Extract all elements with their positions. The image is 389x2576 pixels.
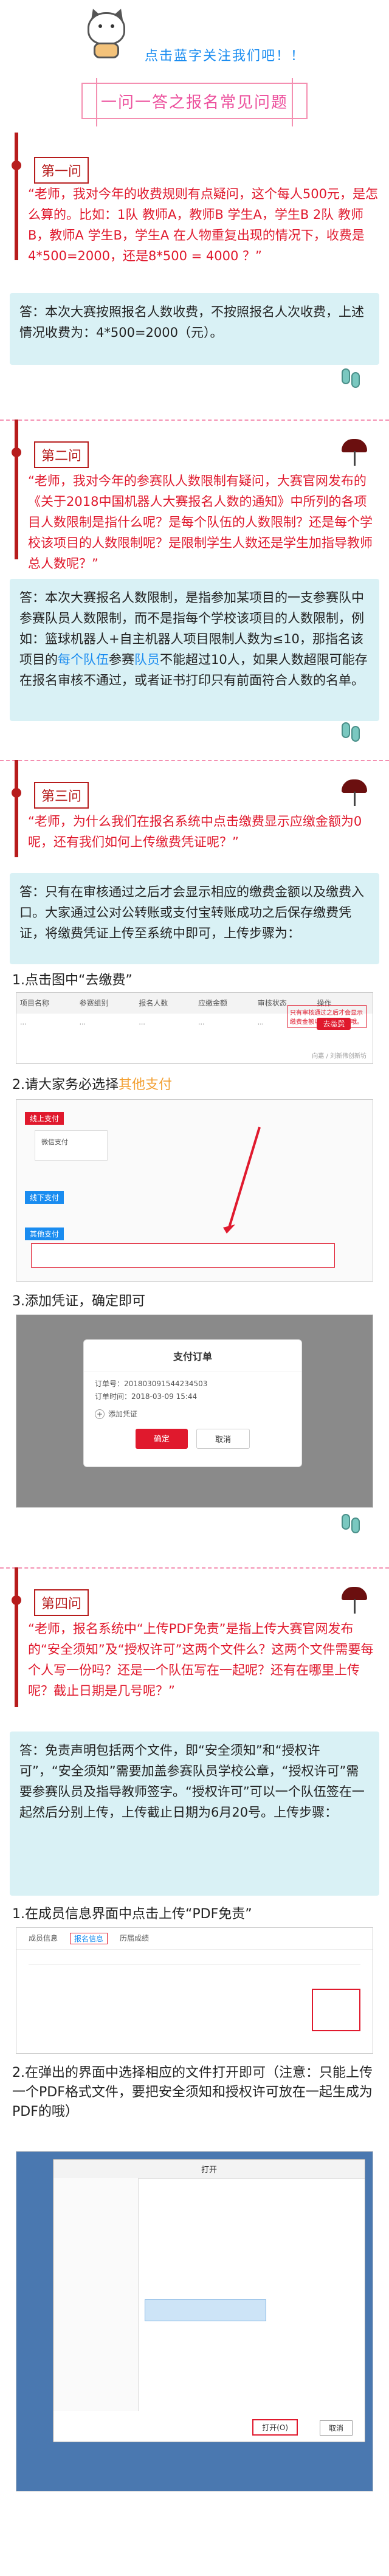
question-marker bbox=[12, 133, 21, 260]
table-cell: ... bbox=[20, 1018, 27, 1026]
slipper-icon bbox=[340, 720, 362, 747]
tab-registration-info[interactable]: 报名信息 bbox=[70, 1933, 108, 1944]
question-marker bbox=[12, 760, 21, 857]
answer-box: 答：本次大赛报名人数限制，是指参加某项目的一支参赛队中参赛队员人数限制，而不是指… bbox=[10, 579, 379, 721]
open-button[interactable]: 打开(O) bbox=[252, 2419, 298, 2436]
col-header: 项目名称 bbox=[20, 999, 50, 1007]
dialog-cancel-button[interactable]: 取消 bbox=[319, 2420, 353, 2436]
question-tag: 第二问 bbox=[34, 441, 89, 468]
step-text: 2.请大家务必选择 bbox=[12, 1077, 119, 1093]
slipper-icon bbox=[340, 366, 362, 393]
order-modal: 支付订单 订单号：20180309154423450​3 订单时间：2018-0… bbox=[83, 1339, 302, 1467]
selected-drive[interactable] bbox=[145, 2299, 266, 2321]
answer-highlight: 每个队伍 bbox=[58, 652, 109, 667]
question-section-1: 第一问 “老师，我对今年的收费规则有点疑问，这个每人500元，是怎么算的。比如：… bbox=[0, 133, 389, 394]
table-cell: ... bbox=[79, 1018, 86, 1026]
cat-mascot-icon bbox=[84, 7, 129, 60]
answer-highlight-2: 队员 bbox=[134, 652, 160, 667]
col-header: 应缴金额 bbox=[198, 999, 228, 1007]
answer-box: 答：只有在审核通过之后才会显示相应的缴费金额以及缴费入口。大家通过公对公转账或支… bbox=[10, 873, 379, 964]
screenshot-member-info: 成员信息 报名信息 历届成绩 bbox=[16, 1927, 373, 2054]
umbrella-icon bbox=[340, 777, 368, 809]
question-text: “老师，我对今年的收费规则有点疑问，这个每人500元，是怎么算的。比如：1队 教… bbox=[28, 187, 378, 263]
question-text: “老师，为什么我们在报名系统中点击缴费显示应缴金额为0呢，还有我们如何上传缴费凭… bbox=[28, 814, 362, 849]
modal-title: 支付订单 bbox=[84, 1340, 301, 1372]
col-header: 参赛组别 bbox=[79, 999, 109, 1007]
divider bbox=[0, 1567, 389, 1569]
plus-icon: + bbox=[95, 1409, 105, 1419]
answer-text: 答：只有在审核通过之后才会显示相应的缴费金额以及缴费入口。大家通过公对公转账或支… bbox=[19, 885, 364, 941]
step-label: 3.添加凭证，确定即可 bbox=[12, 1294, 145, 1309]
screenshot-payment-methods: 线上支付 微信支付 线下支付 其他支付 bbox=[16, 1099, 373, 1282]
step-label: 2.在弹出的界面中选择相应的文件打开即可（注意：只能上传一个PDF格式文件，要把… bbox=[12, 2065, 373, 2119]
watermark: 向嘉 / 刘新伟创新坊 bbox=[312, 1053, 367, 1060]
question-marker bbox=[12, 420, 21, 559]
slipper-icon bbox=[340, 1511, 362, 1538]
answer-box: 答：本次大赛按照报名人数收费，不按照报名人次收费，上述情况收费为：4*500=2… bbox=[10, 293, 379, 365]
answer-text-mid: 参赛 bbox=[109, 652, 134, 667]
order-number: 订单号：20180309154423450​3 bbox=[95, 1380, 208, 1388]
follow-prompt[interactable]: 点击蓝字关注我们吧！！ bbox=[145, 45, 305, 64]
screenshot-file-dialog: 打开 打开(O) 取消 bbox=[16, 2151, 373, 2491]
divider bbox=[0, 760, 389, 761]
answer-text: 答：本次大赛按照报名人数收费，不按照报名人次收费，上述情况收费为：4*500=2… bbox=[19, 305, 364, 340]
question-section-2: 第二问 “老师，我对今年的参赛队人数限制有疑问，大赛官网发布的《关于2018中国… bbox=[0, 420, 389, 748]
screenshot-payment-list: 项目名称 参赛组别 报名人数 应缴金额 审核状态 操作 ... ... ... … bbox=[16, 992, 373, 1064]
question-text: “老师，我对今年的参赛队人数限制有疑问，大赛官网发布的《关于2018中国机器人大… bbox=[28, 474, 373, 571]
step-label: 2.请大家务必选择其他支付 bbox=[12, 1074, 172, 1093]
article-page: 点击蓝字关注我们吧！！ 一问一答之报名常见问题 第一问 “老师，我对今年的收费规… bbox=[0, 0, 389, 2576]
wechat-pay-option[interactable]: 微信支付 bbox=[35, 1130, 108, 1161]
screenshot-order-modal: 支付订单 订单号：20180309154423450​3 订单时间：2018-0… bbox=[16, 1314, 373, 1508]
pdf-upload-highlight[interactable] bbox=[312, 1989, 360, 2031]
page-title: 一问一答之报名常见问题 bbox=[81, 78, 308, 126]
add-voucher[interactable]: + 添加凭证 bbox=[84, 1403, 301, 1425]
question-tag: 第三问 bbox=[34, 782, 89, 809]
arrow-icon bbox=[223, 1127, 261, 1234]
question-marker bbox=[12, 1567, 21, 1707]
answer-text: 答：免责声明包括两个文件，即“安全须知”和“授权许可”，“安全须知”需要加盖参赛… bbox=[19, 1743, 365, 1820]
add-voucher-label: 添加凭证 bbox=[108, 1410, 138, 1418]
pay-online-tag: 线上支付 bbox=[25, 1112, 64, 1125]
answer-box: 答：免责声明包括两个文件，即“安全须知”和“授权许可”，“安全须知”需要加盖参赛… bbox=[10, 1732, 379, 1896]
cancel-button[interactable]: 取消 bbox=[196, 1429, 250, 1449]
annotation-note: 只有审核通过之后才会显示缴费金额以及缴费入口哦。 bbox=[287, 1005, 367, 1028]
question-section-3: 第三问 “老师，为什么我们在报名系统中点击缴费显示应缴金额为0呢，还有我们如何上… bbox=[0, 760, 389, 1538]
open-dialog: 打开 打开(O) 取消 bbox=[53, 2159, 365, 2442]
table-cell: ... bbox=[139, 1018, 145, 1026]
question-tag: 第四问 bbox=[34, 1589, 89, 1616]
step-label: 1.点击图中“去缴费” bbox=[12, 973, 133, 988]
step-highlight: “PDF免责” bbox=[185, 1907, 252, 1922]
page-title-text: 一问一答之报名常见问题 bbox=[100, 93, 288, 112]
question-section-4: 第四问 “老师，报名系统中“上传PDF免责”是指上传大赛官网发布的“安全须知”及… bbox=[0, 1567, 389, 2564]
folder-tree[interactable] bbox=[53, 2178, 139, 2411]
col-header: 报名人数 bbox=[139, 999, 168, 1007]
tab-history[interactable]: 历届成绩 bbox=[120, 1933, 149, 1944]
step-highlight: 其他支付 bbox=[119, 1077, 173, 1093]
umbrella-icon bbox=[340, 1584, 368, 1616]
pay-other-tag[interactable]: 其他支付 bbox=[25, 1228, 64, 1240]
header: 点击蓝字关注我们吧！！ bbox=[0, 0, 389, 73]
other-pay-option[interactable] bbox=[31, 1243, 335, 1268]
divider bbox=[0, 420, 389, 421]
pay-offline-tag: 线下支付 bbox=[25, 1191, 64, 1204]
step-label: 1.在成员信息界面中点击上传“PDF免责” bbox=[12, 1903, 252, 1922]
question-tag: 第一问 bbox=[34, 157, 89, 184]
question-text: “老师，报名系统中“上传PDF免责”是指上传大赛官网发布的“安全须知”及“授权许… bbox=[28, 1621, 374, 1698]
dialog-title: 打开 bbox=[53, 2160, 365, 2179]
order-time: 订单时间：2018-03-09 15:44 bbox=[95, 1392, 198, 1401]
umbrella-icon bbox=[340, 437, 368, 468]
tab-member-info[interactable]: 成员信息 bbox=[29, 1933, 58, 1944]
member-table bbox=[29, 1964, 360, 1965]
step-text: 1.在成员信息界面中点击上传 bbox=[12, 1907, 185, 1922]
confirm-button[interactable]: 确定 bbox=[135, 1429, 188, 1449]
table-cell: ... bbox=[198, 1018, 205, 1026]
